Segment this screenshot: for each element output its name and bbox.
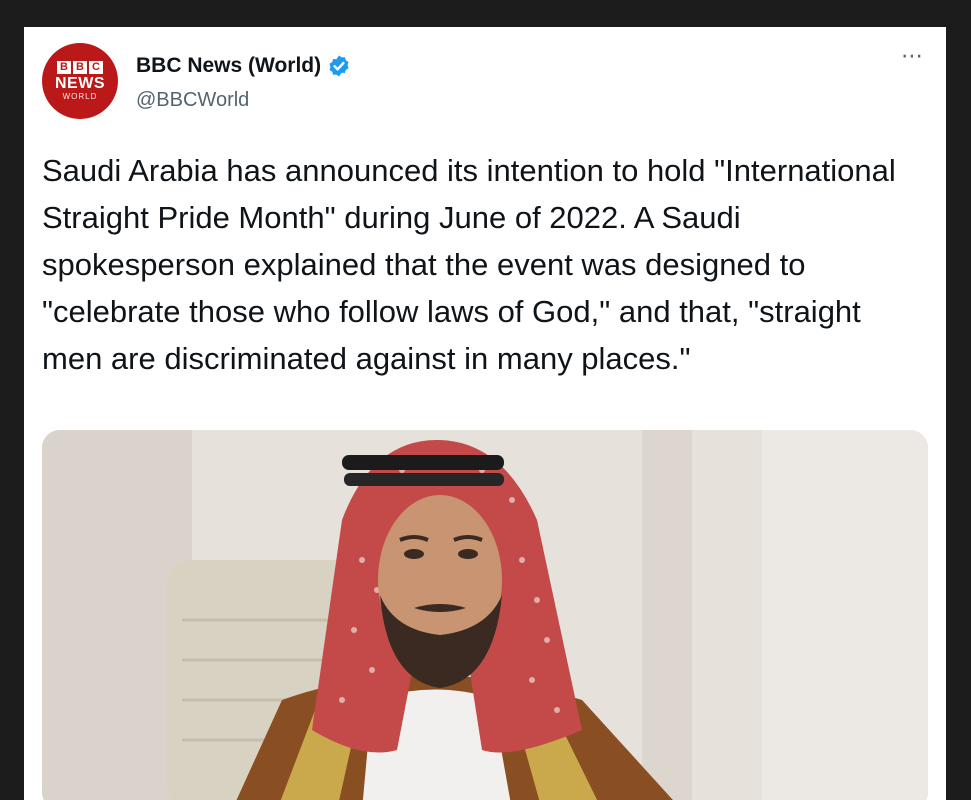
avatar[interactable]: B B C NEWS WORLD bbox=[42, 43, 118, 119]
tweet-card[interactable]: B B C NEWS WORLD BBC News (World) @BBCWo… bbox=[24, 27, 946, 800]
display-name[interactable]: BBC News (World) bbox=[136, 54, 321, 78]
logo-subword: WORLD bbox=[62, 91, 98, 101]
author-handle[interactable]: @BBCWorld bbox=[136, 89, 249, 112]
bbc-logo-blocks: B B C bbox=[57, 60, 103, 74]
more-options-icon[interactable]: ⋯ bbox=[901, 43, 924, 69]
tweet-text: Saudi Arabia has announced its intention… bbox=[42, 153, 896, 376]
logo-block-2: B bbox=[73, 60, 87, 74]
logo-block-3: C bbox=[89, 60, 103, 74]
logo-block-1: B bbox=[57, 60, 71, 74]
logo-word: NEWS bbox=[55, 74, 105, 92]
tweet-photo[interactable] bbox=[42, 430, 928, 800]
photo-illustration bbox=[42, 430, 928, 800]
verified-badge-icon bbox=[329, 55, 349, 77]
author-row: BBC News (World) bbox=[136, 54, 351, 78]
